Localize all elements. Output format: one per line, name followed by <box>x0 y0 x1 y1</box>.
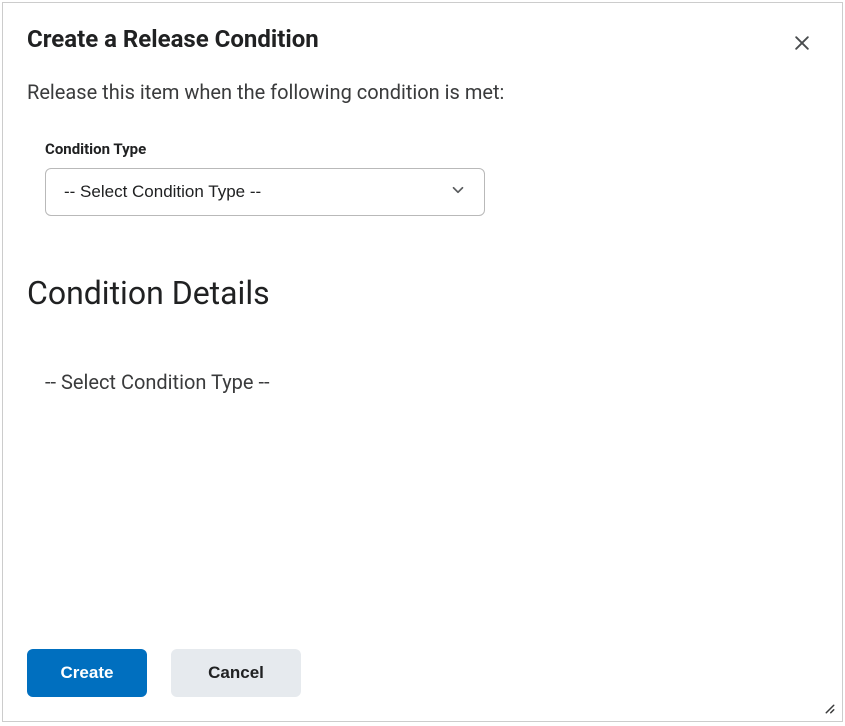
cancel-button[interactable]: Cancel <box>171 649 301 697</box>
resize-icon <box>818 700 836 719</box>
condition-type-selected-value: -- Select Condition Type -- <box>64 182 261 202</box>
dialog-footer: Create Cancel <box>3 649 842 721</box>
condition-details-heading: Condition Details <box>27 274 818 312</box>
condition-type-field: Condition Type -- Select Condition Type … <box>27 140 818 216</box>
dialog-title: Create a Release Condition <box>27 25 319 54</box>
create-button[interactable]: Create <box>27 649 147 697</box>
condition-type-label: Condition Type <box>45 140 818 158</box>
dialog-body: Release this item when the following con… <box>3 60 842 649</box>
condition-type-select-wrap: -- Select Condition Type -- <box>45 168 485 216</box>
dialog-subtitle: Release this item when the following con… <box>27 78 818 106</box>
condition-details-placeholder: -- Select Condition Type -- <box>27 370 818 394</box>
close-button[interactable] <box>788 29 816 60</box>
close-icon <box>792 33 812 56</box>
dialog-header: Create a Release Condition <box>3 3 842 60</box>
release-condition-dialog: Create a Release Condition Release this … <box>2 2 843 722</box>
condition-type-select[interactable]: -- Select Condition Type -- <box>45 168 485 216</box>
resize-handle[interactable] <box>818 697 836 715</box>
